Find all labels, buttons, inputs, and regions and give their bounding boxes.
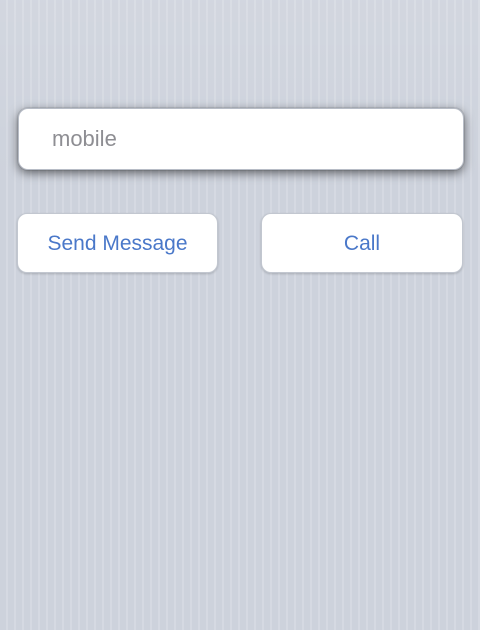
call-label: Call <box>343 231 381 255</box>
mobile-input[interactable] <box>52 119 452 159</box>
send-message-button[interactable]: Send Message <box>17 213 218 273</box>
send-message-label: Send Message <box>47 231 188 255</box>
contact-screen: Send Message Call <box>0 0 480 630</box>
call-button[interactable]: Call <box>261 213 463 273</box>
mobile-field-card <box>18 108 464 170</box>
